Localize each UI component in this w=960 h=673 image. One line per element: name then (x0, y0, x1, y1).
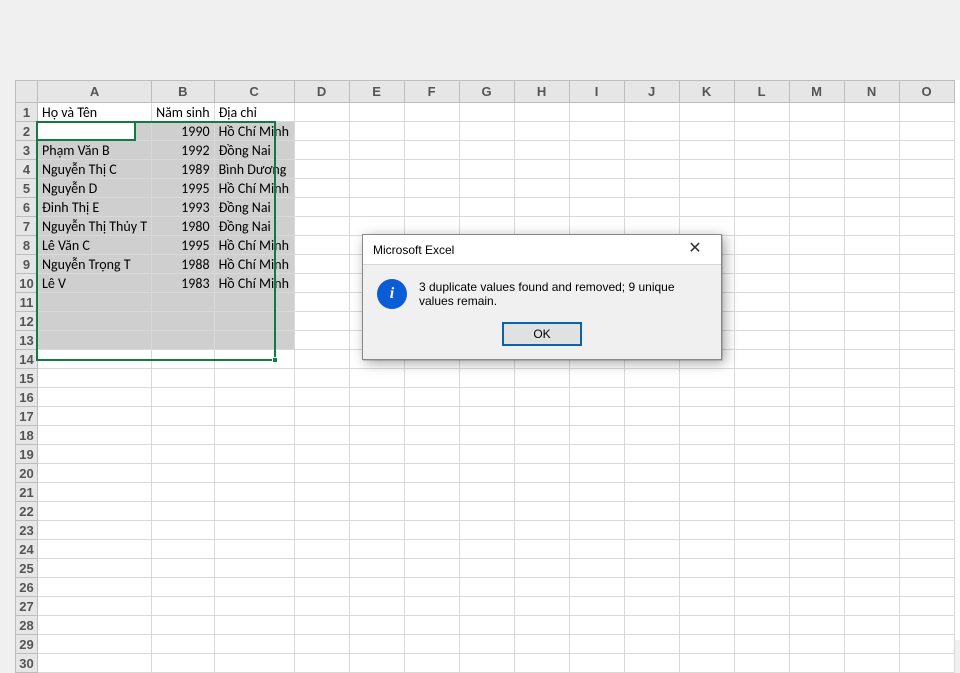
cell[interactable] (38, 654, 152, 673)
cell[interactable] (349, 654, 404, 673)
dialog-title: Microsoft Excel (373, 243, 454, 257)
close-icon[interactable]: ✕ (675, 238, 715, 262)
cell[interactable] (734, 654, 789, 673)
cell[interactable] (789, 654, 844, 673)
cell[interactable] (899, 654, 954, 673)
dialog-titlebar[interactable]: Microsoft Excel ✕ (363, 235, 721, 265)
cell[interactable] (844, 654, 899, 673)
modal-overlay: Microsoft Excel ✕ i 3 duplicate values f… (0, 0, 960, 640)
row-header[interactable]: 30 (16, 654, 38, 673)
cell[interactable] (294, 654, 349, 673)
cell[interactable] (514, 654, 569, 673)
cell[interactable] (624, 654, 679, 673)
cell[interactable] (152, 654, 215, 673)
ok-button[interactable]: OK (503, 323, 581, 345)
message-dialog: Microsoft Excel ✕ i 3 duplicate values f… (362, 234, 722, 360)
info-icon: i (377, 279, 407, 309)
cell[interactable] (679, 654, 734, 673)
dialog-message: 3 duplicate values found and removed; 9 … (419, 280, 707, 308)
cell[interactable] (404, 654, 459, 673)
cell[interactable] (459, 654, 514, 673)
cell[interactable] (569, 654, 624, 673)
cell[interactable] (214, 654, 294, 673)
